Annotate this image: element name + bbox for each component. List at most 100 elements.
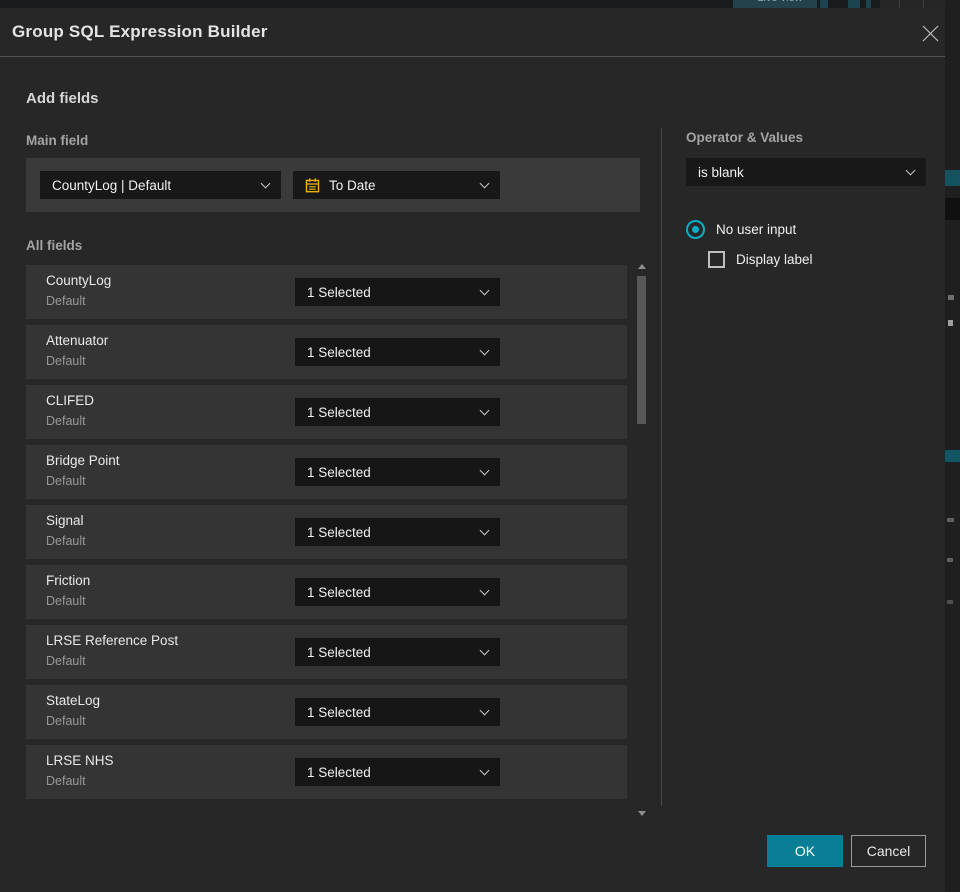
- background-fragment: [848, 0, 860, 8]
- field-row-selected-value: 1 Selected: [307, 764, 371, 780]
- field-row-selected-dropdown[interactable]: 1 Selected: [295, 398, 500, 426]
- field-row-sublabel: Default: [46, 654, 86, 668]
- field-row-selected-dropdown[interactable]: 1 Selected: [295, 698, 500, 726]
- field-row-name: Signal: [46, 513, 84, 528]
- chevron-down-icon: [479, 285, 490, 295]
- field-row-selected-dropdown[interactable]: 1 Selected: [295, 638, 500, 666]
- field-row-sublabel: Default: [46, 414, 86, 428]
- chevron-down-icon: [479, 405, 490, 415]
- background-fragment: [947, 600, 953, 604]
- background-fragment: [866, 0, 871, 8]
- field-row-selected-value: 1 Selected: [307, 284, 371, 300]
- chevron-down-icon: [479, 465, 490, 475]
- field-row-selected-dropdown[interactable]: 1 Selected: [295, 758, 500, 786]
- chevron-down-icon: [479, 705, 490, 715]
- field-row-selected-value: 1 Selected: [307, 344, 371, 360]
- field-row-name: Attenuator: [46, 333, 109, 348]
- field-row-sublabel: Default: [46, 534, 86, 548]
- field-row: StateLog Default 1 Selected: [26, 685, 627, 739]
- field-row: Attenuator Default 1 Selected: [26, 325, 627, 379]
- no-user-input-label: No user input: [716, 222, 797, 237]
- field-row-selected-value: 1 Selected: [307, 524, 371, 540]
- dialog-title: Group SQL Expression Builder: [12, 22, 268, 41]
- cancel-button[interactable]: Cancel: [851, 835, 926, 867]
- main-field-dropdown-value: CountyLog | Default: [52, 177, 172, 193]
- chevron-down-icon: [479, 765, 490, 775]
- field-type-dropdown-value: To Date: [329, 177, 376, 193]
- close-button[interactable]: [918, 21, 942, 45]
- field-row: Bridge Point Default 1 Selected: [26, 445, 627, 499]
- field-row-selected-dropdown[interactable]: 1 Selected: [295, 278, 500, 306]
- chevron-down-icon: [905, 165, 916, 175]
- field-row-name: Friction: [46, 573, 91, 588]
- background-fragment: [945, 450, 960, 462]
- chevron-down-icon: [479, 525, 490, 535]
- field-row-selected-value: 1 Selected: [307, 584, 371, 600]
- operator-dropdown[interactable]: is blank: [686, 158, 926, 186]
- field-row-sublabel: Default: [46, 774, 86, 788]
- chevron-down-icon: [260, 178, 271, 188]
- field-row-sublabel: Default: [46, 474, 86, 488]
- field-row-selected-dropdown[interactable]: 1 Selected: [295, 518, 500, 546]
- display-label-label: Display label: [736, 252, 813, 267]
- background-fragment: [947, 518, 954, 522]
- field-row-selected-value: 1 Selected: [307, 404, 371, 420]
- close-icon: [922, 25, 938, 41]
- operator-values-label: Operator & Values: [686, 130, 804, 145]
- ok-button[interactable]: OK: [767, 835, 843, 867]
- field-row: CountyLog Default 1 Selected: [26, 265, 627, 319]
- display-label-checkbox[interactable]: Display label: [708, 251, 813, 268]
- field-row-selected-value: 1 Selected: [307, 704, 371, 720]
- chevron-down-icon: [479, 345, 490, 355]
- background-fragment: [899, 0, 900, 8]
- field-row-name: LRSE NHS: [46, 753, 114, 768]
- panel-divider: [661, 128, 662, 806]
- chevron-down-icon: [479, 645, 490, 655]
- field-row-sublabel: Default: [46, 594, 86, 608]
- field-row-name: LRSE Reference Post: [46, 633, 179, 648]
- field-row: LRSE NHS Default 1 Selected: [26, 745, 627, 799]
- chevron-down-icon: [479, 585, 490, 595]
- checkbox-unchecked-icon: [708, 251, 725, 268]
- background-fragment: [820, 0, 828, 8]
- background-fragment: [945, 198, 960, 220]
- field-row: LRSE Reference Post Default 1 Selected: [26, 625, 627, 679]
- background-fragment: [880, 0, 945, 8]
- live-view-chip: Live view: [733, 0, 817, 8]
- add-fields-heading: Add fields: [26, 90, 99, 107]
- field-row-selected-dropdown[interactable]: 1 Selected: [295, 338, 500, 366]
- background-fragment: [948, 295, 954, 300]
- field-row-selected-value: 1 Selected: [307, 464, 371, 480]
- background-fragment: [923, 0, 924, 8]
- field-row-selected-dropdown[interactable]: 1 Selected: [295, 458, 500, 486]
- field-row: CLIFED Default 1 Selected: [26, 385, 627, 439]
- group-sql-expression-builder-dialog: Group SQL Expression Builder Add fields …: [0, 8, 945, 892]
- background-app-sliver: [945, 0, 960, 892]
- live-view-label: Live view: [757, 0, 802, 4]
- all-fields-label: All fields: [26, 238, 83, 253]
- background-fragment: [948, 320, 953, 326]
- field-type-dropdown[interactable]: To Date: [293, 171, 500, 199]
- field-row-selected-dropdown[interactable]: 1 Selected: [295, 578, 500, 606]
- chevron-down-icon: [479, 178, 490, 188]
- field-row-name: CountyLog: [46, 273, 112, 288]
- radio-selected-icon: [686, 220, 705, 239]
- scroll-up-arrow-icon[interactable]: [638, 264, 646, 269]
- list-scrollbar[interactable]: [636, 262, 648, 816]
- background-app-top-strip: Live view: [0, 0, 960, 8]
- background-fragment: [947, 558, 953, 562]
- main-field-dropdown[interactable]: CountyLog | Default: [40, 171, 281, 199]
- field-row-name: StateLog: [46, 693, 101, 708]
- field-row: Friction Default 1 Selected: [26, 565, 627, 619]
- field-row-sublabel: Default: [46, 354, 86, 368]
- scrollbar-thumb[interactable]: [637, 276, 646, 424]
- field-row-sublabel: Default: [46, 714, 86, 728]
- field-row-selected-value: 1 Selected: [307, 644, 371, 660]
- calendar-icon: [305, 177, 320, 192]
- no-user-input-radio[interactable]: No user input: [686, 220, 796, 239]
- operator-dropdown-value: is blank: [698, 164, 744, 180]
- scroll-down-arrow-icon[interactable]: [638, 811, 646, 816]
- field-row-name: Bridge Point: [46, 453, 120, 468]
- field-row-sublabel: Default: [46, 294, 86, 308]
- dialog-header: Group SQL Expression Builder: [0, 8, 945, 57]
